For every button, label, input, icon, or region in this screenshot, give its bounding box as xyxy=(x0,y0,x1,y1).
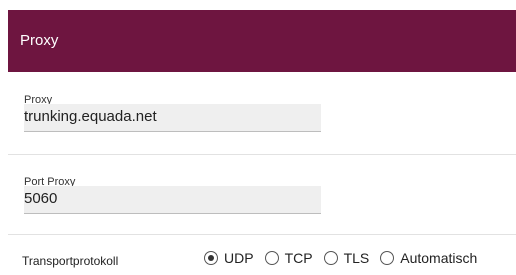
radio-automatisch[interactable]: Automatisch xyxy=(380,250,477,266)
transport-protocol-label: Transportprotokoll xyxy=(22,254,119,268)
radio-unselected-icon[interactable] xyxy=(380,251,395,265)
proxy-settings-page: Proxy Proxy trunking.equada.net Port Pro… xyxy=(0,0,516,275)
transport-protocol-radio-group: UDP TCP TLS Automatisch xyxy=(204,250,488,266)
radio-tcp[interactable]: TCP xyxy=(264,250,313,266)
section-header: Proxy xyxy=(8,10,516,72)
proxy-value: trunking.equada.net xyxy=(24,108,157,125)
radio-udp[interactable]: UDP xyxy=(204,250,254,266)
section-title: Proxy xyxy=(20,32,59,49)
radio-udp-label: UDP xyxy=(224,250,254,266)
radio-automatisch-label: Automatisch xyxy=(400,250,478,266)
port-proxy-input[interactable] xyxy=(24,186,321,214)
radio-tls-label: TLS xyxy=(343,250,370,266)
radio-unselected-icon[interactable] xyxy=(264,251,279,265)
radio-tcp-label: TCP xyxy=(284,250,313,266)
radio-tls[interactable]: TLS xyxy=(323,250,370,266)
radio-unselected-icon[interactable] xyxy=(323,251,338,265)
row-divider xyxy=(8,234,516,235)
port-proxy-value: 5060 xyxy=(24,190,58,207)
row-divider xyxy=(8,154,516,155)
radio-selected-icon[interactable] xyxy=(204,251,218,265)
